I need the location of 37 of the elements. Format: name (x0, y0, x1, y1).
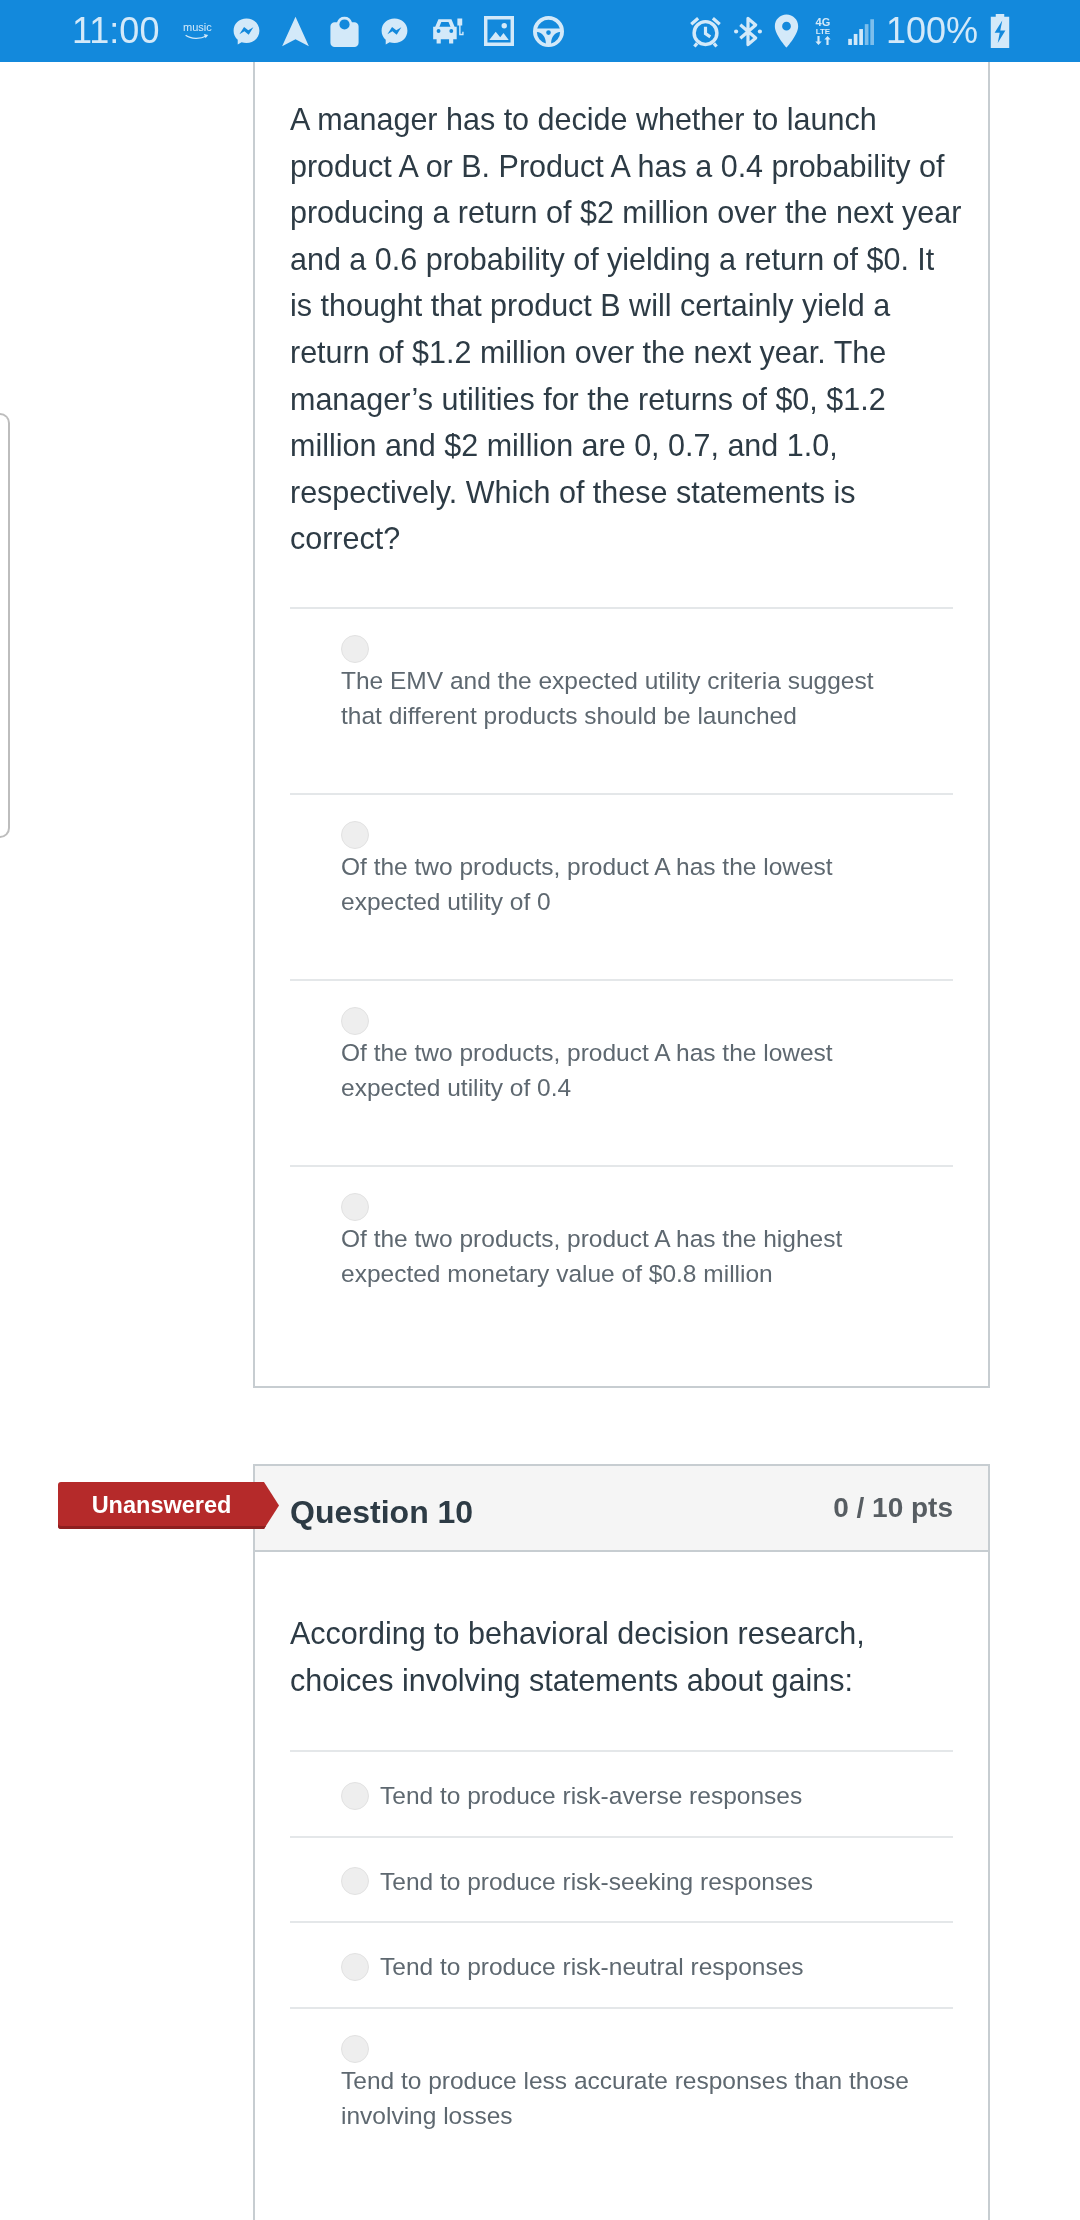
bluetooth-icon (733, 15, 762, 47)
music-label: music (183, 21, 212, 33)
network-type-label: LTE (815, 26, 831, 36)
answer-label[interactable]: Of the two products, product A has the lowest expected utility of 0 (341, 848, 913, 920)
battery-percent: 100% (885, 11, 978, 51)
radio-button[interactable] (341, 1192, 369, 1221)
answer-label[interactable]: Tend to produce risk-averse responses (380, 1778, 803, 1814)
radio-button[interactable] (341, 1867, 369, 1896)
points-label: 0 / 10 pts (833, 1491, 953, 1524)
location-pin-icon (773, 14, 799, 48)
answer-label[interactable]: Tend to produce risk-seeking responses (380, 1863, 814, 1900)
radio-button[interactable] (341, 634, 369, 663)
side-drawer-edge[interactable] (0, 413, 10, 838)
question-text: A manager has to decide whether to launch product A or B. Product A has a 0.4 probability of producing a return of $2 million over the next year and a 0.6 probability of yielding a return of $0. It is thought that product B will certainly yield a return of $1.2 million over the next year. The manager’s utilities for the returns of $0, $1.2 million and $2 million are 0, 0.7, and 1.0, respectively. Which of these statements is correct? (290, 101, 963, 558)
answer-label[interactable]: Of the two products, product A has the lowest expected utility of 0.4 (341, 1034, 913, 1106)
app-tile-icon (329, 15, 361, 47)
navigation-arrow-icon (281, 15, 311, 47)
data-arrows-icon (813, 35, 832, 45)
clock-time: 11:00 (72, 11, 160, 51)
question-text: According to behavioral decision research, choices involving statements about gains: (290, 1614, 866, 1700)
battery-charging-icon (990, 14, 1010, 48)
answer-label[interactable]: Tend to produce less accurate responses than those involving losses (341, 2062, 913, 2134)
radio-button[interactable] (341, 1781, 369, 1810)
question-title: Question 10 (290, 1493, 474, 1532)
radio-button[interactable] (341, 820, 369, 849)
smile-arrow-icon (184, 33, 211, 41)
status-tag: Unanswered (58, 1481, 279, 1529)
answer-label[interactable]: Tend to produce risk-neutral responses (380, 1949, 804, 1985)
answer-label[interactable]: Of the two products, product A has the highest expected monetary value of $0.8 million (341, 1220, 913, 1292)
network-type-label: 4G (815, 17, 831, 27)
steering-wheel-icon (533, 15, 565, 47)
answer-label[interactable]: The EMV and the expected utility criteria suggest that different products should be launched (341, 662, 913, 734)
image-icon (484, 16, 515, 46)
radio-button[interactable] (341, 2034, 369, 2063)
radio-button[interactable] (341, 1952, 369, 1981)
signal-icon (846, 17, 874, 45)
radio-button[interactable] (341, 1006, 369, 1035)
